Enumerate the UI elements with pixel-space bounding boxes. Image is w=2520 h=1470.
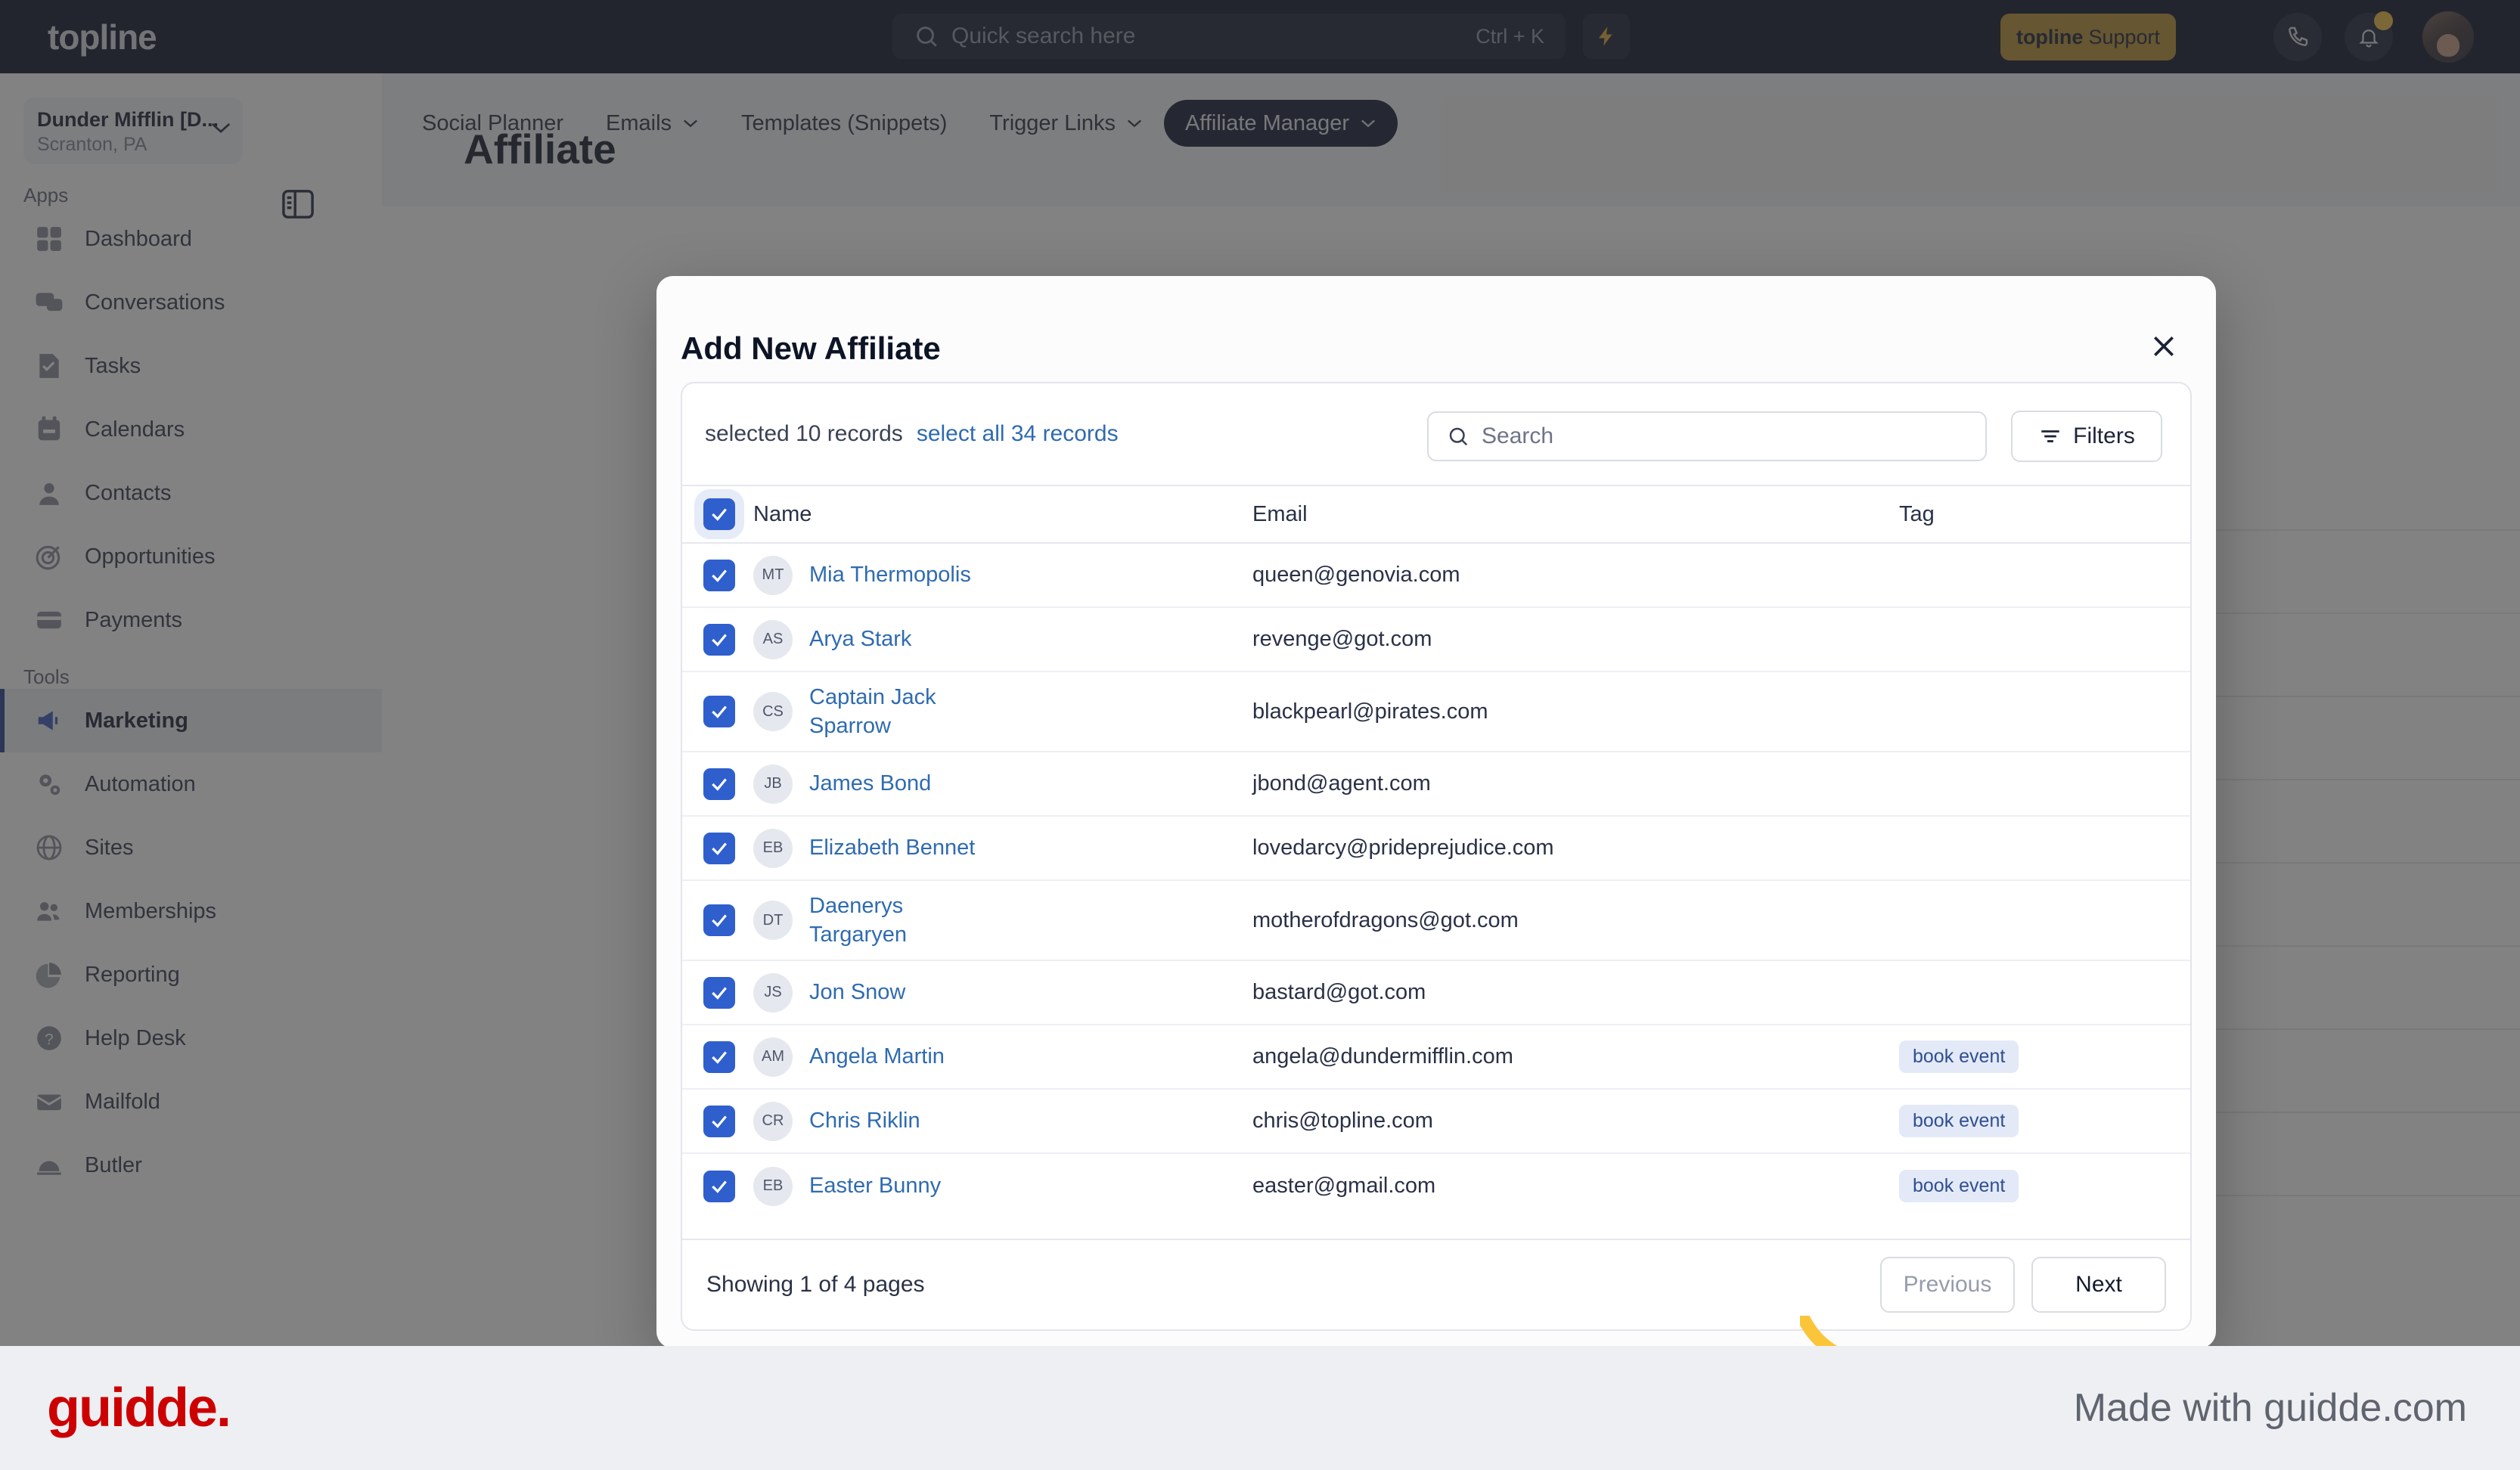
column-name: Name — [753, 501, 812, 526]
filters-label: Filters — [2073, 423, 2135, 448]
row-checkbox[interactable] — [703, 1040, 735, 1073]
select-all-checkbox[interactable] — [703, 498, 735, 530]
check-icon — [712, 1050, 727, 1064]
made-with-text: Made with guidde.com — [2073, 1386, 2467, 1430]
row-checkbox[interactable] — [703, 832, 735, 864]
app-window: topline Quick search here Ctrl + K topli… — [0, 0, 2520, 1413]
panel-toolbar: selected 10 records select all 34 record… — [682, 383, 2190, 485]
check-icon — [712, 986, 727, 1000]
table-row[interactable]: EB Easter Bunny easter@gmail.com book eve… — [682, 1154, 2190, 1218]
check-icon — [712, 777, 727, 791]
avatar-initials: JS — [753, 972, 793, 1013]
avatar-initials: DT — [753, 901, 793, 940]
previous-button[interactable]: Previous — [1880, 1257, 2015, 1313]
check-icon — [712, 1180, 727, 1193]
row-name[interactable]: Elizabeth Bennet — [809, 833, 975, 862]
table-row[interactable]: JS Jon Snow bastard@got.com — [682, 961, 2190, 1025]
select-all-records-link[interactable]: select all 34 records — [917, 421, 1119, 447]
check-icon — [712, 508, 727, 521]
row-email: blackpearl@pirates.com — [1252, 699, 1488, 724]
picker-table-body: MT Mia Thermopolis queen@genovia.com AS Ar… — [682, 544, 2190, 1218]
row-name[interactable]: Captain Jack Sparrow — [809, 683, 998, 741]
row-email: queen@genovia.com — [1252, 563, 1460, 587]
avatar-initials: MT — [753, 555, 793, 595]
next-button[interactable]: Next — [2031, 1257, 2166, 1313]
search-icon — [1449, 427, 1468, 446]
check-icon — [712, 569, 727, 582]
row-email: easter@gmail.com — [1252, 1174, 1436, 1198]
close-icon — [2154, 336, 2174, 356]
avatar-initials: EB — [753, 1166, 793, 1206]
row-name[interactable]: Mia Thermopolis — [809, 560, 971, 589]
row-email: lovedarcy@prideprejudice.com — [1252, 836, 1554, 860]
table-row[interactable]: CR Chris Riklin chris@topline.com book ev… — [682, 1090, 2190, 1154]
filters-button[interactable]: Filters — [2011, 411, 2162, 462]
table-row[interactable]: AM Angela Martin angela@dundermifflin.com… — [682, 1025, 2190, 1090]
table-row[interactable]: DT Daenerys Targaryen motherofdragons@got… — [682, 881, 2190, 961]
check-icon — [712, 706, 727, 718]
row-name[interactable]: Chris Riklin — [809, 1106, 920, 1135]
row-checkbox[interactable] — [703, 768, 735, 800]
close-button[interactable] — [2146, 329, 2181, 364]
search-placeholder: Search — [1482, 423, 1554, 448]
check-icon — [712, 1115, 727, 1128]
row-checkbox[interactable] — [703, 623, 735, 656]
row-email: motherofdragons@got.com — [1252, 907, 1519, 932]
modal-showing-text: Showing 1 of 4 pages — [706, 1272, 925, 1297]
modal-title: Add New Affiliate — [681, 330, 941, 366]
table-row[interactable]: EB Elizabeth Bennet lovedarcy@prideprejud… — [682, 817, 2190, 881]
picker-table-header: Name Email Tag — [682, 485, 2190, 544]
row-checkbox[interactable] — [703, 696, 735, 727]
check-icon — [712, 842, 727, 855]
column-tag: Tag — [1899, 501, 1935, 526]
search-input[interactable]: Search — [1427, 411, 1987, 461]
row-name[interactable]: Arya Stark — [809, 625, 911, 653]
row-checkbox[interactable] — [703, 559, 735, 591]
avatar-initials: CS — [753, 692, 793, 731]
table-row[interactable]: AS Arya Stark revenge@got.com — [682, 608, 2190, 672]
table-row[interactable]: JB James Bond jbond@agent.com — [682, 752, 2190, 817]
guidde-footer: guidde. Made with guidde.com — [0, 1346, 2520, 1470]
affiliate-picker-panel: selected 10 records select all 34 record… — [681, 382, 2192, 1331]
status-badge: book event — [1899, 1105, 2019, 1137]
status-badge: book event — [1899, 1040, 2019, 1073]
guidde-logo: guidde. — [47, 1378, 231, 1438]
modal-pagination: Showing 1 of 4 pages Previous Next — [682, 1239, 2190, 1329]
row-email: jbond@agent.com — [1252, 771, 1431, 795]
avatar-initials: AM — [753, 1037, 793, 1077]
avatar-initials: JB — [753, 764, 793, 804]
row-checkbox[interactable] — [703, 904, 735, 936]
selected-records-text: selected 10 records — [705, 421, 903, 446]
filter-icon — [2041, 430, 2059, 442]
row-email: chris@topline.com — [1252, 1109, 1433, 1133]
row-name[interactable]: James Bond — [809, 769, 931, 798]
row-name[interactable]: Angela Martin — [809, 1042, 945, 1071]
status-badge: book event — [1899, 1170, 2019, 1202]
row-name[interactable]: Jon Snow — [809, 978, 905, 1006]
row-checkbox[interactable] — [703, 1170, 735, 1202]
row-checkbox[interactable] — [703, 1105, 735, 1137]
row-email: revenge@got.com — [1252, 627, 1432, 651]
avatar-initials: AS — [753, 619, 793, 659]
column-email: Email — [1252, 501, 1308, 526]
table-row[interactable]: CS Captain Jack Sparrow blackpearl@pirate… — [682, 672, 2190, 752]
row-email: angela@dundermifflin.com — [1252, 1044, 1513, 1068]
row-email: bastard@got.com — [1252, 980, 1426, 1004]
row-name[interactable]: Easter Bunny — [809, 1171, 941, 1200]
table-row[interactable]: MT Mia Thermopolis queen@genovia.com — [682, 544, 2190, 608]
avatar-initials: EB — [753, 828, 793, 868]
row-name[interactable]: Daenerys Targaryen — [809, 892, 953, 950]
row-checkbox[interactable] — [703, 976, 735, 1009]
avatar-initials: CR — [753, 1101, 793, 1141]
add-new-affiliate-modal: Add New Affiliate selected 10 records se… — [656, 276, 2216, 1348]
check-icon — [712, 633, 727, 647]
check-icon — [712, 914, 727, 927]
